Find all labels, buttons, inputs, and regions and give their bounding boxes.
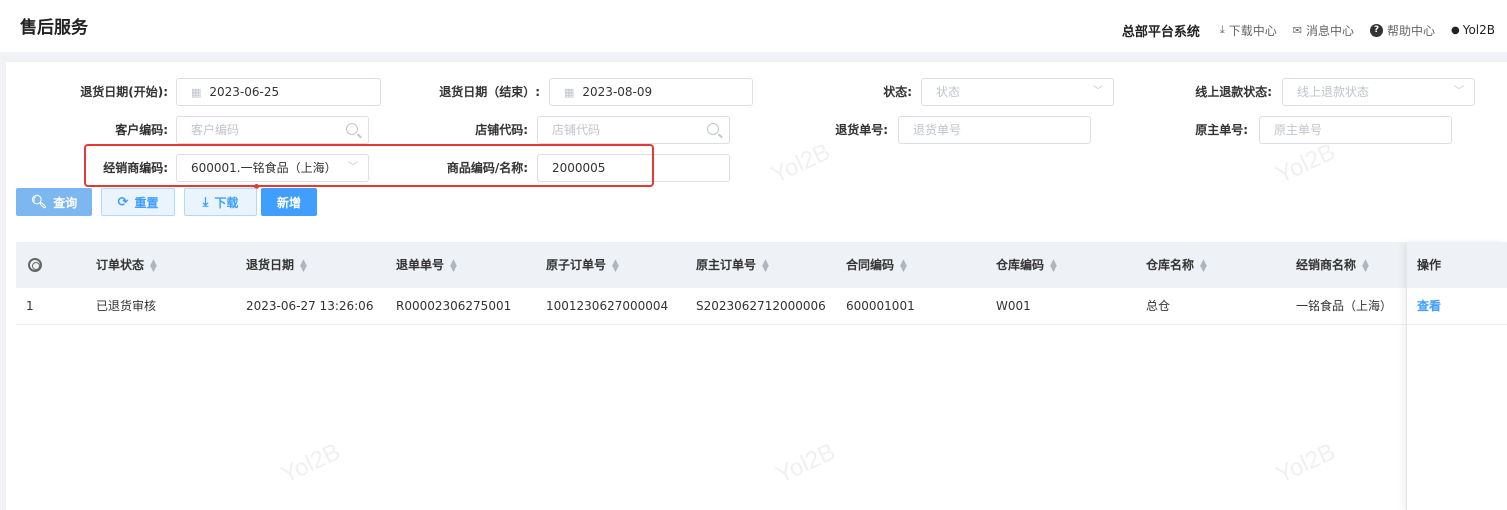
- refresh-icon: ⟳: [117, 194, 129, 210]
- table-header: 订单状态 ▲ ▼ 退货日期 ▲ ▼ 退单单号 ▲ ▼ 原子订单号 ▲ ▼ 原主订单号 ▲ ▼ 合同编…: [16, 242, 1507, 288]
- download-icon: ⤓: [1219, 23, 1225, 36]
- help-center-label: 帮助中心: [1386, 23, 1435, 38]
- return-date-end-label: 退货日期（结束）:: [439, 85, 540, 99]
- cell-order-status: 已退货审核: [96, 299, 157, 313]
- customer-code-placeholder: 客户编码: [191, 123, 240, 137]
- column-header-contract-code[interactable]: 合同编码 ▲ ▼: [846, 242, 907, 288]
- return-date-start-value: 2023-06-25: [209, 85, 280, 99]
- sort-icon: ▲ ▼: [300, 257, 307, 274]
- calendar-icon: ▦: [191, 86, 202, 99]
- add-label: 新增: [276, 195, 301, 210]
- chevron-down-icon: ﹀: [1093, 86, 1103, 97]
- calendar-icon: ▦: [564, 86, 575, 99]
- platform-name: 总部平台系统: [1121, 24, 1200, 40]
- store-code-input[interactable]: 店铺代码: [537, 116, 730, 144]
- user-name: Yol2B: [1462, 23, 1495, 37]
- return-no-label: 退货单号:: [835, 123, 888, 137]
- sort-icon: ▲ ▼: [1362, 257, 1369, 274]
- cell-contract-code: 600001001: [846, 299, 915, 313]
- sort-icon: ▲ ▼: [900, 257, 907, 274]
- column-header-warehouse-code[interactable]: 仓库编码 ▲ ▼: [996, 242, 1057, 288]
- chevron-down-icon: ﹀: [1454, 86, 1464, 97]
- return-no-placeholder: 退货单号: [913, 123, 962, 137]
- download-center-link[interactable]: ⤓ 下载中心: [1220, 22, 1277, 39]
- cell-warehouse-name: 总仓: [1146, 299, 1171, 313]
- store-code-placeholder: 店铺代码: [552, 123, 601, 137]
- return-date-end-input[interactable]: ▦ 2023-08-09: [549, 78, 753, 106]
- sort-icon: ▲ ▼: [450, 257, 457, 274]
- add-button[interactable]: 新增: [261, 188, 317, 216]
- column-header-warehouse-name[interactable]: 仓库名称 ▲ ▼: [1146, 242, 1207, 288]
- sort-icon: ▲ ▼: [612, 257, 619, 274]
- row-index: 1: [26, 299, 34, 313]
- page-title: 售后服务: [20, 18, 88, 38]
- user-icon: ●: [1450, 24, 1460, 36]
- status-label: 状态:: [883, 85, 912, 99]
- cell-main-order-no: S2023062712000006: [696, 299, 826, 313]
- status-select[interactable]: 状态 ﹀: [921, 78, 1114, 106]
- sort-icon: ▲ ▼: [150, 257, 157, 274]
- cell-return-no: R00002306275001: [396, 299, 512, 313]
- help-icon: ?: [1369, 23, 1383, 37]
- refund-status-select[interactable]: 线上退款状态 ﹀: [1282, 78, 1475, 106]
- highlight-box: [84, 144, 654, 187]
- user-menu[interactable]: ● Yol2B: [1451, 23, 1495, 37]
- sort-icon: ▲ ▼: [1200, 257, 1207, 274]
- cell-warehouse-code: W001: [996, 299, 1031, 313]
- reset-label: 重置: [134, 195, 159, 210]
- table-row: 1 已退货审核 2023-06-27 13:26:06 R00002306275…: [16, 288, 1507, 325]
- search-icon[interactable]: [707, 123, 719, 135]
- return-date-start-label: 退货日期(开始):: [80, 85, 168, 99]
- cell-sub-order-no: 1001230627000004: [546, 299, 669, 313]
- sort-icon: ▲ ▼: [1050, 257, 1057, 274]
- column-header-main-order-no[interactable]: 原主订单号 ▲ ▼: [696, 242, 769, 288]
- status-placeholder: 状态: [936, 85, 961, 99]
- mail-icon: ✉: [1292, 23, 1302, 37]
- search-icon: 🔍︎: [30, 194, 48, 210]
- return-date-start-input[interactable]: ▦ 2023-06-25: [176, 78, 381, 106]
- column-header-dealer-name[interactable]: 经销商名称 ▲ ▼: [1296, 242, 1369, 288]
- sort-icon: ▲ ▼: [762, 257, 769, 274]
- download-icon: ⤓: [202, 194, 209, 210]
- original-main-no-placeholder: 原主单号: [1274, 123, 1323, 137]
- download-label: 下载: [214, 195, 239, 210]
- search-icon[interactable]: [346, 123, 358, 135]
- query-label: 查询: [53, 195, 78, 210]
- column-header-return-date[interactable]: 退货日期 ▲ ▼: [246, 242, 307, 288]
- return-date-end-value: 2023-08-09: [582, 85, 653, 99]
- original-main-no-label: 原主单号:: [1195, 123, 1248, 137]
- top-bar: 售后服务 总部平台系统 ⤓ 下载中心 ✉ 消息中心 ? 帮助中心 ● Yol2B: [0, 0, 1507, 52]
- gear-icon[interactable]: [28, 258, 42, 272]
- refund-status-label: 线上退款状态:: [1195, 85, 1272, 99]
- refund-status-placeholder: 线上退款状态: [1297, 85, 1370, 99]
- store-code-label: 店铺代码:: [475, 123, 528, 137]
- column-header-sub-order-no[interactable]: 原子订单号 ▲ ▼: [546, 242, 619, 288]
- reset-button[interactable]: ⟳ 重置: [101, 188, 175, 216]
- customer-code-input[interactable]: 客户编码: [176, 116, 369, 144]
- column-header-return-no[interactable]: 退单单号 ▲ ▼: [396, 242, 457, 288]
- original-main-no-input[interactable]: 原主单号: [1259, 116, 1452, 144]
- customer-code-label: 客户编码:: [115, 123, 168, 137]
- help-center-link[interactable]: ? 帮助中心: [1369, 22, 1435, 39]
- download-center-label: 下载中心: [1228, 23, 1277, 38]
- cell-return-date: 2023-06-27 13:26:06: [246, 299, 374, 313]
- query-button[interactable]: 🔍︎ 查询: [16, 188, 92, 216]
- cell-dealer-name: 一铭食品（上海）: [1296, 299, 1393, 313]
- message-center-label: 消息中心: [1305, 23, 1354, 38]
- top-right-nav: 总部平台系统 ⤓ 下载中心 ✉ 消息中心 ? 帮助中心 ● Yol2B: [1122, 0, 1495, 60]
- return-no-input[interactable]: 退货单号: [898, 116, 1091, 144]
- fixed-action-column: [1406, 242, 1507, 510]
- column-header-order-status[interactable]: 订单状态 ▲ ▼: [96, 242, 157, 288]
- download-button[interactable]: ⤓ 下载: [184, 188, 257, 216]
- message-center-link[interactable]: ✉ 消息中心: [1293, 22, 1354, 39]
